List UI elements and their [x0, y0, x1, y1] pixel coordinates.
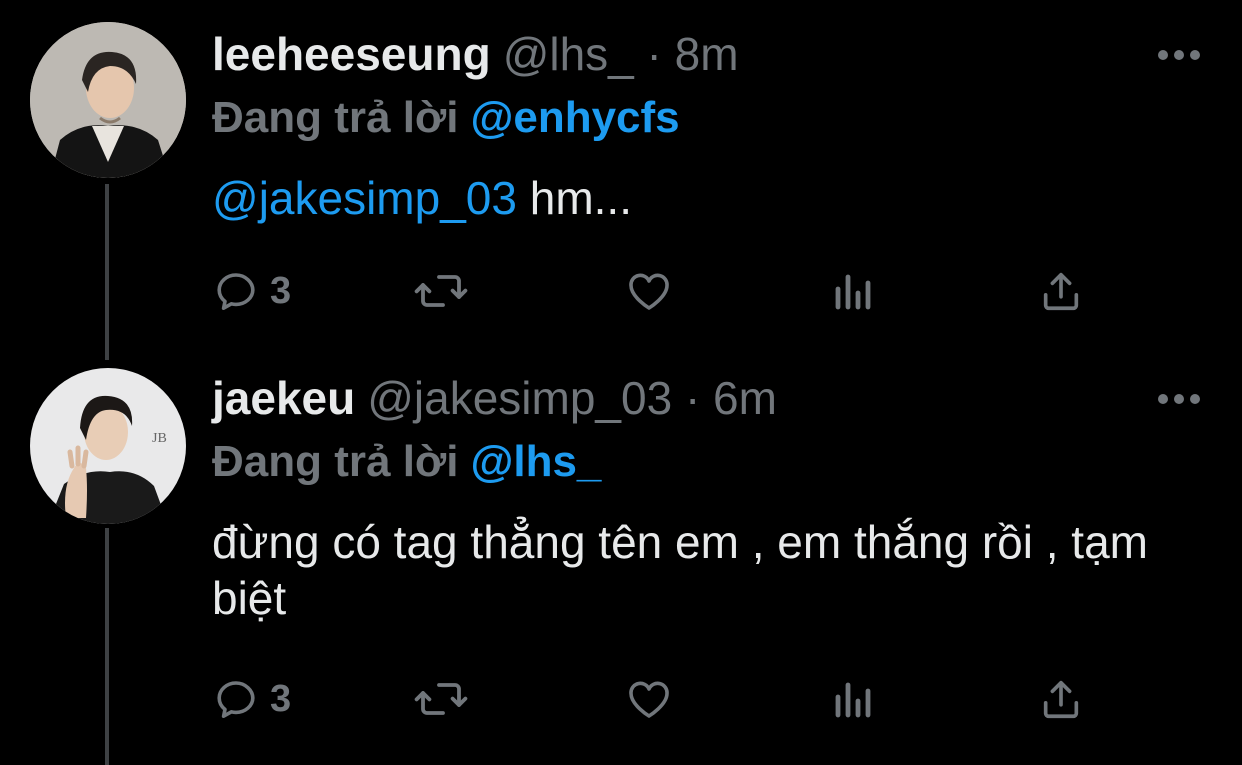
- reply-count: 3: [270, 269, 292, 312]
- more-dot: [1174, 394, 1184, 404]
- retweet-icon: [414, 275, 468, 307]
- analytics-button[interactable]: [832, 674, 876, 724]
- replying-to: Đang trả lời @enhycfs: [212, 90, 680, 146]
- tweet-header: jaekeu @jakesimp_03 · 6m: [212, 370, 777, 426]
- avatar[interactable]: [30, 22, 186, 178]
- display-name[interactable]: leeheeseung: [212, 28, 491, 80]
- mention-link[interactable]: @jakesimp_03: [212, 172, 517, 224]
- analytics-button[interactable]: [832, 266, 876, 316]
- tweet-actions: 3: [212, 674, 1092, 724]
- replying-label: Đang trả lời: [212, 437, 459, 486]
- retweet-button[interactable]: [412, 266, 470, 316]
- reply-count: 3: [270, 677, 292, 720]
- more-dot: [1190, 50, 1200, 60]
- more-options-button[interactable]: [1158, 48, 1200, 62]
- tweet-text: đừng có tag thẳng tên em , em thắng rồi …: [212, 514, 1192, 626]
- more-dot: [1158, 394, 1168, 404]
- handle-time: @lhs_ · 8m: [502, 28, 739, 80]
- tweet-body: đừng có tag thẳng tên em , em thắng rồi …: [212, 516, 1148, 624]
- analytics-icon: [835, 274, 871, 310]
- retweet-button[interactable]: [412, 674, 470, 724]
- more-dot: [1174, 50, 1184, 60]
- avatar[interactable]: JB: [30, 368, 186, 524]
- tweet-text: @jakesimp_03 hm...: [212, 170, 1192, 226]
- reply-icon: [217, 681, 255, 718]
- tweet-body: hm...: [516, 172, 632, 224]
- handle-time: @jakesimp_03 · 6m: [367, 372, 777, 424]
- analytics-icon: [835, 682, 871, 718]
- tweet-header: leeheeseung @lhs_ · 8m: [212, 26, 739, 82]
- share-button[interactable]: [1038, 674, 1084, 724]
- display-name[interactable]: jaekeu: [212, 372, 355, 424]
- thread-line-bottom: [105, 528, 109, 765]
- svg-text:JB: JB: [152, 431, 167, 446]
- share-button[interactable]: [1038, 266, 1084, 316]
- reply-icon: [217, 273, 255, 310]
- replying-to-handle[interactable]: @lhs_: [470, 437, 601, 486]
- more-options-button[interactable]: [1158, 392, 1200, 406]
- replying-to-handle[interactable]: @enhycfs: [470, 93, 679, 142]
- reply-button[interactable]: 3: [212, 266, 291, 316]
- like-button[interactable]: [624, 266, 674, 316]
- tweet-actions: 3: [212, 266, 1092, 316]
- thread-line-top: [105, 184, 109, 360]
- share-icon: [1043, 680, 1079, 719]
- more-dot: [1190, 394, 1200, 404]
- like-icon: [629, 681, 669, 718]
- replying-label: Đang trả lời: [212, 93, 459, 142]
- like-button[interactable]: [624, 674, 674, 724]
- like-icon: [629, 273, 669, 310]
- replying-to: Đang trả lời @lhs_: [212, 434, 601, 490]
- more-dot: [1158, 50, 1168, 60]
- share-icon: [1043, 272, 1079, 311]
- retweet-icon: [414, 683, 468, 715]
- reply-button[interactable]: 3: [212, 674, 291, 724]
